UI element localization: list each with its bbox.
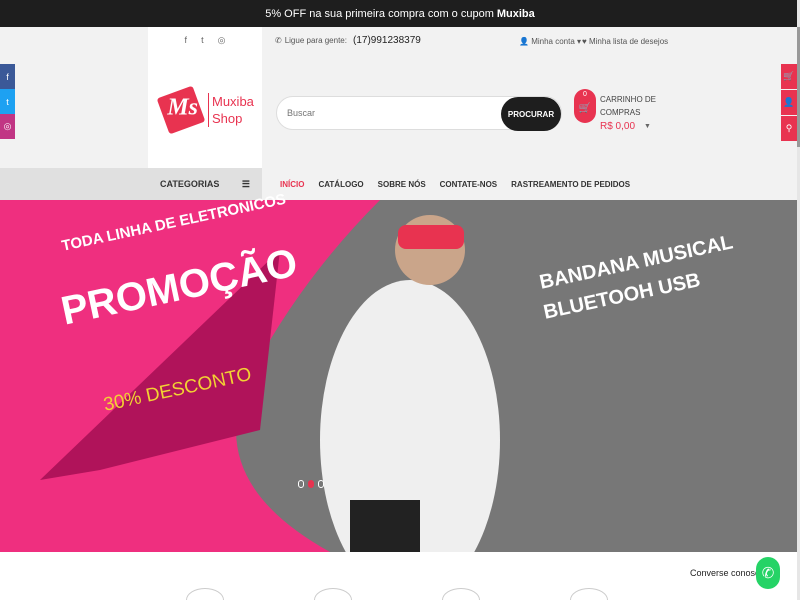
contact-phone: ✆ Ligue para gente: (17)991238379 bbox=[275, 35, 421, 46]
main-nav: CATEGORIAS ☰ INÍCIO CATÁLOGO SOBRE NÓS C… bbox=[0, 168, 800, 200]
heart-icon: ♥ bbox=[582, 37, 587, 46]
carousel-dot[interactable] bbox=[318, 480, 324, 488]
phone-label: Ligue para gente: bbox=[284, 36, 347, 45]
user-icon: 👤 bbox=[519, 37, 529, 46]
promo-text: 5% OFF na sua primeira compra com o cupo… bbox=[265, 7, 494, 20]
phone-icon: ✆ bbox=[275, 36, 282, 45]
nav-item-rastreamento[interactable]: RASTREAMENTO DE PEDIDOS bbox=[511, 180, 630, 189]
twitter-icon[interactable]: t bbox=[201, 35, 204, 46]
account-label: Minha conta bbox=[531, 37, 575, 46]
account-menu[interactable]: 👤 Minha conta ▾ bbox=[519, 37, 581, 46]
search-button[interactable]: PROCURAR bbox=[501, 97, 561, 131]
side-social-bar: f t ◎ bbox=[0, 64, 15, 139]
logo-mark: Ms bbox=[156, 85, 206, 135]
nav-item-sobre-nos[interactable]: SOBRE NÓS bbox=[378, 180, 426, 189]
whatsapp-icon[interactable]: ✆ bbox=[756, 557, 780, 589]
side-user-icon[interactable]: 👤 bbox=[781, 90, 797, 115]
wishlist-link[interactable]: ♥ Minha lista de desejos bbox=[582, 37, 668, 46]
wishlist-label: Minha lista de desejos bbox=[588, 37, 669, 46]
cart-icon: 🛒 bbox=[578, 103, 592, 114]
chat-label[interactable]: Converse conosco bbox=[690, 568, 765, 578]
side-twitter-icon[interactable]: t bbox=[0, 89, 15, 114]
carousel-dot-active[interactable] bbox=[308, 480, 314, 488]
header: f t ◎ Ms Muxiba Shop ✆ Ligue para gente:… bbox=[0, 27, 800, 168]
cart-label[interactable]: CARRINHO DE COMPRAS bbox=[600, 93, 660, 119]
cart-count-badge: 0 bbox=[583, 91, 587, 98]
side-facebook-icon[interactable]: f bbox=[0, 64, 15, 89]
promo-coupon: Muxiba bbox=[496, 7, 535, 20]
nav-item-contate-nos[interactable]: CONTATE-NOS bbox=[440, 180, 497, 189]
social-top-links: f t ◎ bbox=[148, 35, 262, 46]
logo-column: f t ◎ Ms Muxiba Shop bbox=[148, 27, 262, 168]
nav-item-catalogo[interactable]: CATÁLOGO bbox=[318, 180, 363, 189]
phone-number[interactable]: (17)991238379 bbox=[353, 35, 421, 46]
cart-button[interactable]: 0 🛒 bbox=[574, 89, 596, 123]
site-logo[interactable]: Ms Muxiba Shop bbox=[156, 83, 254, 141]
nav-links: INÍCIO CATÁLOGO SOBRE NÓS CONTATE-NOS RA… bbox=[280, 168, 630, 200]
categories-menu[interactable]: CATEGORIAS ☰ bbox=[148, 168, 262, 200]
side-cart-icon[interactable]: 🛒 bbox=[781, 64, 797, 89]
search-bar: PROCURAR bbox=[276, 96, 562, 131]
side-instagram-icon[interactable]: ◎ bbox=[0, 114, 15, 139]
content-area bbox=[0, 552, 797, 600]
side-action-bar: 🛒 👤 ⚲ bbox=[781, 64, 797, 142]
nav-item-inicio[interactable]: INÍCIO bbox=[280, 180, 304, 189]
search-input[interactable] bbox=[287, 104, 487, 122]
cart-total: R$ 0,00 bbox=[600, 121, 636, 132]
chevron-down-icon: ▾ bbox=[577, 37, 582, 46]
promo-bar: 5% OFF na sua primeira compra com o cupo… bbox=[0, 0, 800, 27]
instagram-icon[interactable]: ◎ bbox=[218, 35, 226, 46]
carousel-dot[interactable] bbox=[298, 480, 304, 488]
carousel-dots bbox=[298, 480, 324, 488]
cart-chevron-icon[interactable]: ▼ bbox=[644, 123, 651, 130]
facebook-icon[interactable]: f bbox=[185, 35, 188, 46]
categories-label: CATEGORIAS bbox=[160, 179, 220, 189]
side-search-icon[interactable]: ⚲ bbox=[781, 116, 797, 141]
logo-text: Muxiba Shop bbox=[208, 93, 254, 127]
menu-icon: ☰ bbox=[241, 178, 250, 189]
